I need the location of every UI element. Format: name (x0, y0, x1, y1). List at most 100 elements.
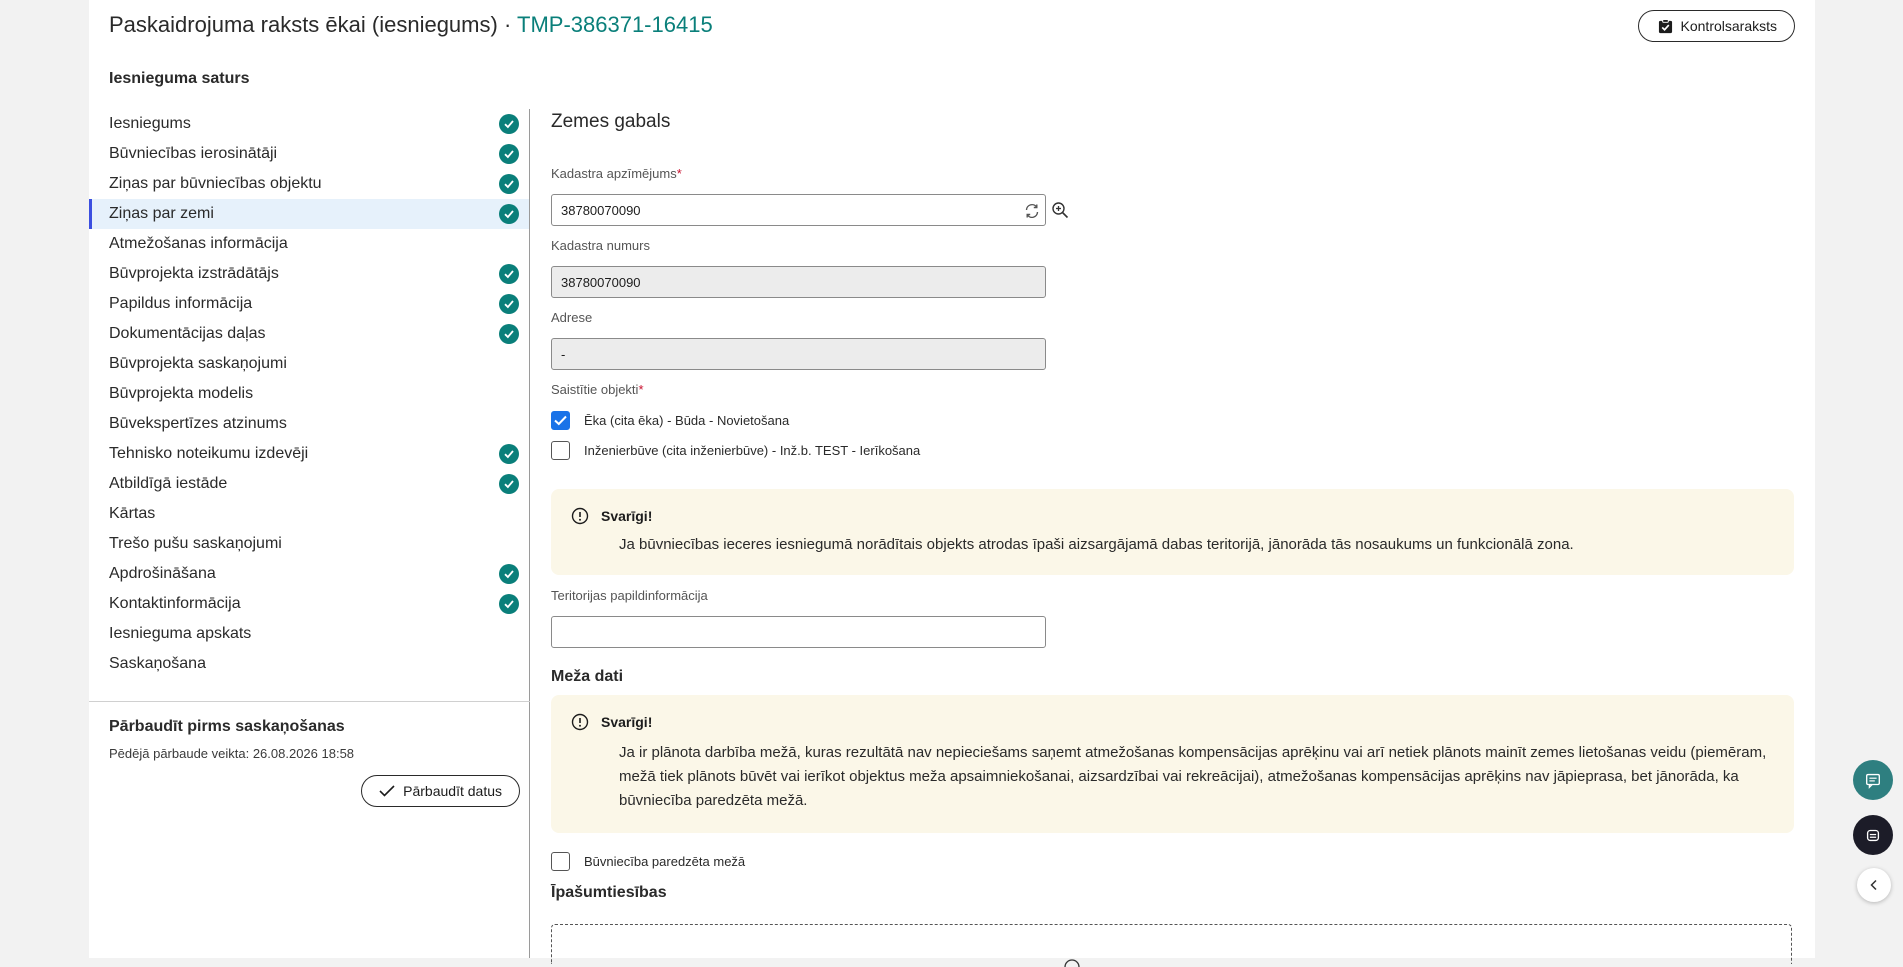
sidebar-item-label: Ziņas par zemi (109, 205, 214, 222)
ownership-dropzone[interactable] (551, 924, 1792, 967)
assistant-button[interactable] (1853, 815, 1893, 855)
sidebar-item[interactable]: Būvprojekta modelis (89, 379, 529, 409)
forest-construction-checkbox[interactable] (551, 852, 570, 871)
sidebar-item[interactable]: Atmežošanas informācija (89, 229, 529, 259)
sidebar-item[interactable]: Iesnieguma apskats (89, 619, 529, 649)
application-code: TMP-386371-16415 (517, 12, 713, 37)
completed-check-icon (499, 114, 519, 134)
sidebar-item[interactable]: Būvniecības ierosinātāji (89, 139, 529, 169)
cadastre-designation-value: 38780070090 (561, 202, 641, 218)
linked-object-2[interactable]: Inženierbūve (cita inženierbūve) - Inž.b… (551, 441, 920, 460)
checkmark-icon (554, 415, 567, 426)
required-marker: * (638, 382, 644, 397)
cadastre-designation-input[interactable]: 38780070090 (551, 194, 1046, 226)
sidebar-item-label: Saskaņošana (109, 655, 206, 672)
notice-text: Ja būvniecības ieceres iesniegumā norādī… (619, 536, 1574, 553)
sidebar-item[interactable]: Kārtas (89, 499, 529, 529)
sidebar-item[interactable]: Būvprojekta izstrādātājs (89, 259, 529, 289)
zoom-in-icon[interactable] (1051, 201, 1069, 219)
sidebar-item-label: Kārtas (109, 505, 156, 522)
sidebar-item[interactable]: Saskaņošana (89, 649, 529, 679)
sidebar-item-label: Dokumentācijas daļas (109, 325, 266, 342)
page-title: Paskaidrojuma raksts ēkai (iesniegums) ·… (109, 12, 713, 38)
linked-objects-label: Saistītie objekti* (551, 382, 644, 397)
linked-object-1-label: Ēka (cita ēka) - Būda - Novietošana (584, 413, 790, 428)
forest-construction-label: Būvniecība paredzēta mežā (584, 854, 746, 869)
sidebar-nav: Iesniegums Būvniecības ierosinātāji Ziņas … (89, 109, 529, 679)
cadastre-number-field: 38780070090 (551, 266, 1046, 298)
notice-title: Svarīgi! (601, 508, 653, 524)
chat-icon (1866, 773, 1880, 789)
info-circle-icon (571, 507, 589, 525)
sidebar-item[interactable]: Iesniegums (89, 109, 529, 139)
sidebar-item[interactable]: Dokumentācijas daļas (89, 319, 529, 349)
add-icon (1064, 959, 1080, 967)
completed-check-icon (499, 204, 519, 224)
check-icon (379, 785, 395, 797)
linked-object-2-checkbox[interactable] (551, 441, 570, 460)
linked-object-2-label: Inženierbūve (cita inženierbūve) - Inž.b… (584, 443, 921, 458)
notice-heading: Svarīgi! (571, 507, 1774, 525)
page-header: Paskaidrojuma raksts ēkai (iesniegums) ·… (109, 10, 1795, 50)
address-label: Adrese (551, 310, 593, 325)
completed-check-icon (499, 144, 519, 164)
notice-text: Ja ir plānota darbība mežā, kuras rezult… (619, 744, 1767, 809)
refresh-icon[interactable] (1023, 202, 1041, 220)
checklist-button[interactable]: Kontrolsaraksts (1637, 10, 1795, 42)
sidebar-item-label: Atbildīgā iestāde (109, 475, 228, 492)
territory-info-label: Teritorijas papildinformācija (551, 588, 708, 603)
sidebar-title: Iesnieguma saturs (109, 70, 250, 87)
sidebar-item-label: Tehnisko noteikumu izdevēji (109, 445, 309, 462)
sidebar-item[interactable]: Ziņas par būvniecības objektu (89, 169, 529, 199)
checklist-icon (1658, 18, 1672, 33)
address-field: - (551, 338, 1046, 370)
sidebar-item-label: Iesniegums (109, 115, 191, 132)
collapse-panel-button[interactable] (1857, 868, 1891, 902)
section-title: Zemes gabals (551, 111, 671, 132)
info-circle-icon (571, 713, 589, 731)
forest-notice: Svarīgi! Ja ir plānota darbība mežā, kur… (551, 695, 1794, 833)
sidebar-item[interactable]: Papildus informācija (89, 289, 529, 319)
sidebar-item-label: Atmežošanas informācija (109, 235, 288, 252)
notice-title: Svarīgi! (601, 714, 653, 730)
sidebar-item-label: Būvprojekta modelis (109, 385, 254, 402)
cadastre-designation-label: Kadastra apzīmējums* (551, 166, 682, 181)
sidebar-item[interactable]: Ziņas par zemi (89, 199, 529, 229)
title-separator: · (503, 12, 512, 37)
forest-data-title: Meža dati (551, 668, 624, 685)
sidebar-item[interactable]: Tehnisko noteikumu izdevēji (89, 439, 529, 469)
sidebar-item-label: Papildus informācija (109, 295, 253, 312)
linked-object-1-checkbox[interactable] (551, 411, 570, 430)
notice-heading: Svarīgi! (571, 713, 1774, 731)
sidebar-item[interactable]: Būvprojekta saskaņojumi (89, 349, 529, 379)
completed-check-icon (499, 264, 519, 284)
linked-object-1[interactable]: Ēka (cita ēka) - Būda - Novietošana (551, 411, 789, 430)
robot-icon (1866, 829, 1880, 842)
verify-panel: Pārbaudīt pirms saskaņošanas Pēdējā pārb… (89, 701, 530, 807)
chat-button[interactable] (1853, 760, 1893, 800)
completed-check-icon (499, 174, 519, 194)
sidebar-item[interactable]: Apdrošināšana (89, 559, 529, 589)
page: Paskaidrojuma raksts ēkai (iesniegums) ·… (89, 0, 1815, 967)
linked-objects-label-text: Saistītie objekti (551, 382, 639, 397)
verify-data-button[interactable]: Pārbaudīt datus (361, 775, 520, 807)
sidebar-item-label: Būvprojekta saskaņojumi (109, 355, 287, 372)
sidebar-item-label: Ziņas par būvniecības objektu (109, 175, 322, 192)
cadastre-number-label: Kadastra numurs (551, 238, 650, 253)
sidebar-item[interactable]: Trešo pušu saskaņojumi (89, 529, 529, 559)
territory-info-input[interactable] (551, 616, 1046, 648)
verify-data-button-label: Pārbaudīt datus (403, 783, 502, 799)
completed-check-icon (499, 294, 519, 314)
sidebar-item-label: Būvekspertīzes atzinums (109, 415, 287, 432)
ownership-title: Īpašumtiesības (551, 884, 667, 901)
cadastre-designation-label-text: Kadastra apzīmējums (551, 166, 677, 181)
completed-check-icon (499, 474, 519, 494)
page-title-text: Paskaidrojuma raksts ēkai (iesniegums) (109, 12, 498, 37)
sidebar-item[interactable]: Kontaktinformācija (89, 589, 529, 619)
sidebar-item[interactable]: Atbildīgā iestāde (89, 469, 529, 499)
forest-construction-option[interactable]: Būvniecība paredzēta mežā (551, 852, 745, 871)
sidebar-item[interactable]: Būvekspertīzes atzinums (89, 409, 529, 439)
sidebar-item-label: Būvniecības ierosinātāji (109, 145, 278, 162)
verify-title: Pārbaudīt pirms saskaņošanas (109, 718, 345, 735)
sidebar: Iesniegums Būvniecības ierosinātāji Ziņas … (89, 109, 530, 958)
